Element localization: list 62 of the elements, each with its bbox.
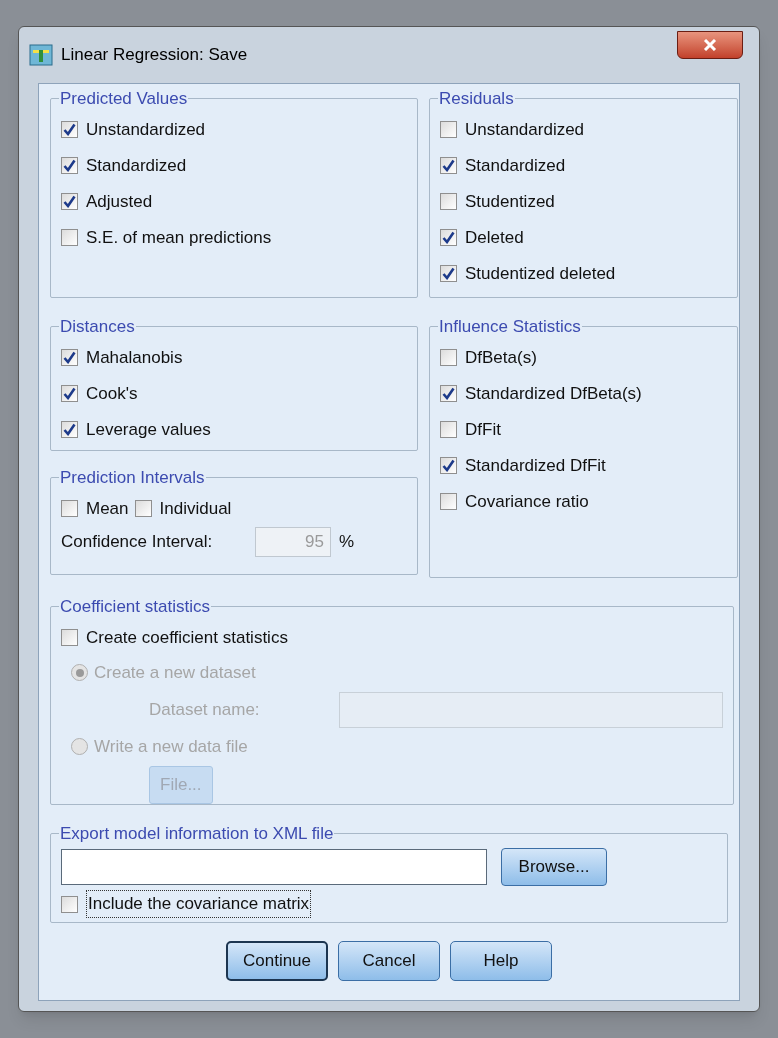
checkbox[interactable] — [61, 385, 78, 402]
checkbox-label: Standardized — [465, 154, 566, 177]
group-title: Distances — [59, 316, 136, 338]
dialog-button[interactable]: Cancel — [338, 941, 440, 981]
checkbox-label: DfFit — [465, 418, 501, 441]
checkbox-label: Unstandardized — [86, 118, 206, 141]
radio-label: Create a new dataset — [94, 661, 256, 684]
field-label: Confidence Interval: — [61, 530, 214, 553]
checkbox[interactable] — [440, 421, 457, 438]
group-title: Prediction Intervals — [59, 467, 206, 489]
checkbox[interactable] — [440, 121, 457, 138]
checkbox-label: Deleted — [465, 226, 524, 249]
group-title: Predicted Values — [59, 88, 189, 110]
browse-button[interactable]: Browse... — [501, 848, 607, 886]
close-button[interactable] — [677, 31, 743, 59]
checkbox-label: S.E. of mean predictions — [86, 226, 272, 249]
dialog-button[interactable]: Continue — [226, 941, 328, 981]
dialog-button[interactable]: Help — [450, 941, 552, 981]
checkbox-label: Mean — [86, 497, 129, 520]
checkbox[interactable] — [440, 349, 457, 366]
checkbox[interactable] — [61, 421, 78, 438]
checkbox[interactable] — [440, 157, 457, 174]
checkbox-label: Standardized DfBeta(s) — [465, 382, 642, 405]
group-title: Influence Statistics — [438, 316, 582, 338]
checkbox-label: DfBeta(s) — [465, 346, 537, 369]
checkbox[interactable] — [440, 385, 457, 402]
checkbox-label: Mahalanobis — [86, 346, 183, 369]
unit-label: % — [339, 530, 355, 553]
checkbox[interactable] — [440, 493, 457, 510]
checkbox-label: Cook's — [86, 382, 138, 405]
checkbox-label: Individual — [159, 497, 232, 520]
close-icon — [703, 39, 717, 51]
checkbox[interactable] — [61, 157, 78, 174]
checkbox[interactable] — [134, 500, 152, 517]
checkbox-label: Create coefficient statistics — [86, 626, 288, 649]
checkbox[interactable] — [440, 193, 457, 210]
checkbox[interactable] — [61, 349, 78, 366]
checkbox-label: Standardized — [86, 154, 187, 177]
checkbox-label: Standardized DfFit — [465, 454, 606, 477]
checkbox[interactable] — [440, 265, 457, 282]
checkbox-label: Unstandardized — [465, 118, 585, 141]
checkbox[interactable] — [61, 500, 78, 517]
checkbox[interactable] — [61, 229, 78, 246]
group-title: Coefficient statistics — [59, 596, 211, 618]
radio-label: Write a new data file — [94, 735, 248, 758]
window-title: Linear Regression: Save — [61, 44, 248, 67]
group-title: Export model information to XML file — [59, 822, 335, 845]
group-title: Residuals — [438, 88, 515, 110]
checkbox-label: Studentized — [465, 190, 555, 213]
checkbox[interactable] — [440, 229, 457, 246]
xml-file-field[interactable] — [61, 849, 487, 885]
checkbox-label: Studentized deleted — [465, 262, 616, 285]
checkbox[interactable] — [440, 457, 457, 474]
app-icon — [29, 44, 53, 66]
checkbox-label: Adjusted — [86, 190, 153, 213]
checkbox-label: Leverage values — [86, 418, 211, 441]
field-label: Dataset name: — [149, 698, 261, 721]
checkbox-label: Covariance ratio — [465, 490, 589, 513]
checkbox[interactable] — [61, 121, 78, 138]
checkbox-label: Include the covariance matrix — [86, 890, 312, 918]
checkbox[interactable] — [61, 895, 78, 913]
checkbox[interactable] — [61, 193, 78, 210]
